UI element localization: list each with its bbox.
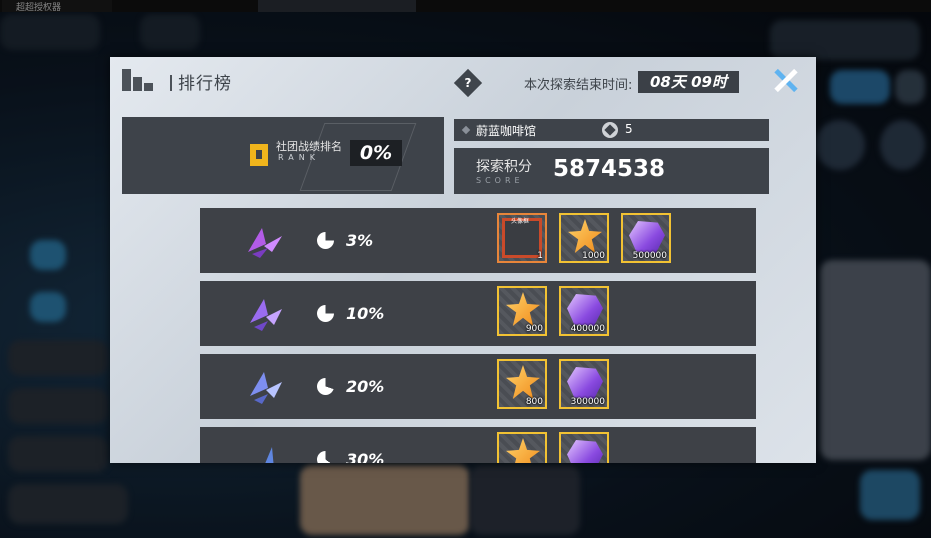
club-info-bar: 蔚蓝咖啡馆 5 — [454, 119, 769, 141]
page-title: 排行榜 — [170, 69, 232, 94]
reward-tag: 头像框 — [511, 218, 530, 225]
score-label: 探索积分 — [476, 159, 532, 175]
club-rank-card: 社团战绩排名 RANK 0% — [122, 117, 444, 194]
crystal-currency-icon — [567, 367, 603, 399]
star-currency-icon — [506, 438, 540, 463]
pie-percent-icon — [317, 451, 334, 463]
tier-percent: 3% — [346, 231, 374, 250]
bookmark-rank-icon — [250, 144, 268, 166]
crystal-currency-icon — [629, 221, 665, 253]
diamond-bullet-icon — [461, 125, 471, 135]
reward-tier-row: 30% — [200, 427, 756, 463]
reward-qty: 800 — [525, 397, 543, 407]
reward-tier-row: 3% 头像框 1 1000 500000 — [200, 208, 756, 273]
pie-percent-icon — [317, 305, 334, 322]
score-label-en: SCORE — [476, 176, 524, 185]
tier-percent: 20% — [346, 377, 385, 396]
end-time-label: 本次探索结束时间: — [524, 78, 633, 93]
star-currency-icon — [568, 219, 602, 253]
reward-item-crystal[interactable] — [559, 432, 609, 463]
score-value: 5874538 — [553, 156, 666, 182]
reward-item-crystal[interactable]: 500000 — [621, 213, 671, 263]
butterfly-tier-icon — [265, 447, 274, 463]
reward-qty: 500000 — [632, 251, 667, 261]
reward-item-star[interactable]: 800 — [497, 359, 547, 409]
pie-percent-icon — [317, 232, 334, 249]
star-currency-icon — [506, 292, 540, 326]
reward-item-star[interactable]: 1000 — [559, 213, 609, 263]
rank-label-en: RANK — [278, 153, 320, 162]
leaderboard-logo-icon — [122, 69, 153, 91]
star-currency-icon — [506, 365, 540, 399]
tier-percent: 30% — [346, 450, 385, 463]
leaderboard-panel: 排行榜 ? 本次探索结束时间: 08天 09时 社团战绩排名 RANK 0% 蔚… — [110, 57, 816, 463]
reward-tier-row: 20% 800 300000 — [200, 354, 756, 419]
butterfly-tier-icon — [250, 299, 282, 331]
reward-qty: 400000 — [570, 324, 605, 334]
club-member-count: 5 — [625, 122, 633, 136]
reward-tier-row: 10% 900 400000 — [200, 281, 756, 346]
crystal-currency-icon — [567, 294, 603, 326]
end-time-value: 08天 09时 — [638, 71, 739, 93]
reward-item-star[interactable] — [497, 432, 547, 463]
reward-item-star[interactable]: 900 — [497, 286, 547, 336]
reward-qty: 1 — [537, 251, 543, 261]
exploration-score-card: 探索积分 SCORE 5874538 — [454, 148, 769, 194]
reward-qty: 1000 — [582, 251, 605, 261]
tier-percent: 10% — [346, 304, 385, 323]
close-button[interactable] — [770, 67, 800, 93]
page-title-text: 排行榜 — [178, 74, 232, 94]
reward-qty: 300000 — [570, 397, 605, 407]
pie-percent-icon — [317, 378, 334, 395]
question-diamond-icon[interactable]: ? — [453, 68, 483, 98]
reward-item-avatar-frame[interactable]: 头像框 1 — [497, 213, 547, 263]
rank-label: 社团战绩排名 — [276, 140, 342, 153]
club-name: 蔚蓝咖啡馆 — [476, 124, 537, 138]
butterfly-tier-icon — [250, 372, 282, 404]
rank-value: 0% — [350, 140, 402, 166]
reward-item-crystal[interactable]: 300000 — [559, 359, 609, 409]
heart-badge-icon — [602, 122, 618, 138]
reward-qty: 900 — [525, 324, 543, 334]
butterfly-tier-icon — [248, 228, 282, 258]
reward-item-crystal[interactable]: 400000 — [559, 286, 609, 336]
crystal-currency-icon — [567, 440, 603, 463]
